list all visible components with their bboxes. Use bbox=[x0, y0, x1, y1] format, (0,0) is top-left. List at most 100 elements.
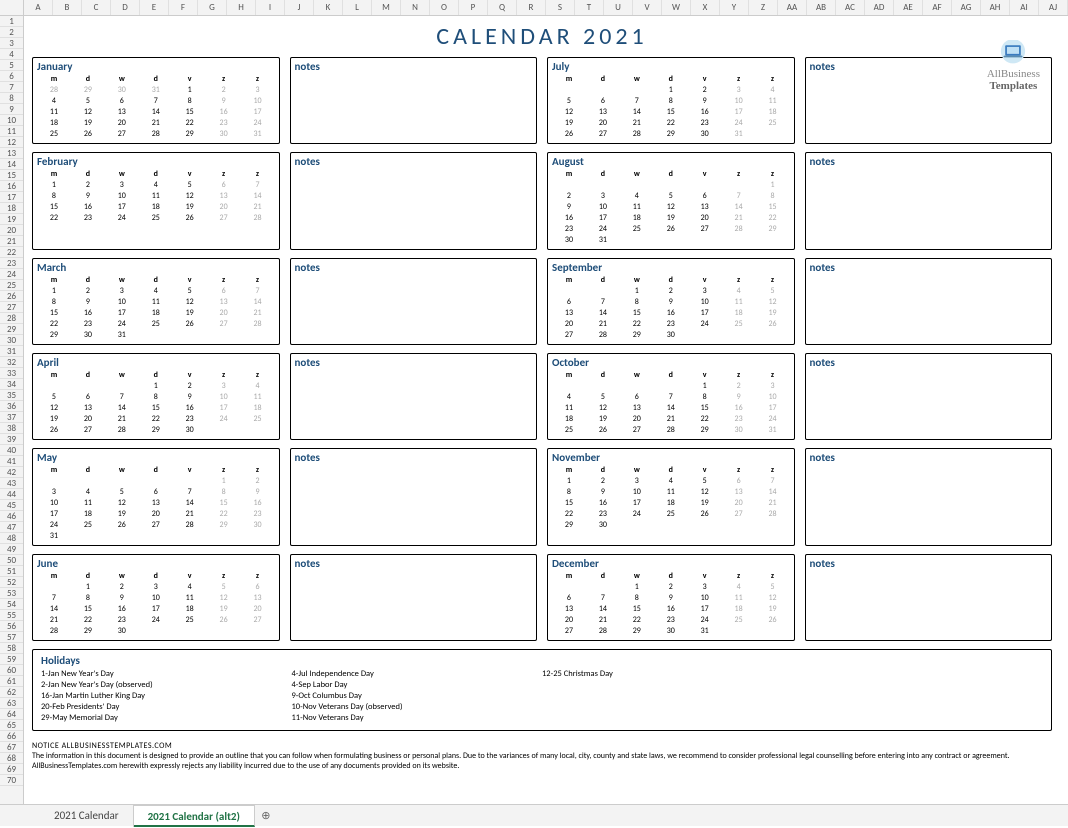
calendar-cell[interactable]: 8 bbox=[620, 297, 654, 308]
calendar-cell[interactable]: 9 bbox=[71, 297, 105, 308]
row-header[interactable]: 24 bbox=[0, 269, 23, 280]
calendar-cell[interactable]: 17 bbox=[105, 202, 139, 213]
calendar-cell[interactable]: 4 bbox=[71, 487, 105, 498]
calendar-cell[interactable]: 4 bbox=[552, 392, 586, 403]
calendar-cell[interactable] bbox=[586, 286, 620, 297]
calendar-cell[interactable]: 14 bbox=[756, 487, 790, 498]
calendar-cell[interactable]: 20 bbox=[241, 604, 275, 615]
calendar-cell[interactable] bbox=[688, 235, 722, 246]
row-header[interactable]: 41 bbox=[0, 456, 23, 467]
calendar-cell[interactable]: 27 bbox=[139, 520, 173, 531]
calendar-cell[interactable]: 14 bbox=[586, 308, 620, 319]
calendar-cell[interactable]: 17 bbox=[688, 308, 722, 319]
calendar-cell[interactable]: 23 bbox=[552, 224, 586, 235]
column-header[interactable]: AE bbox=[894, 0, 923, 15]
row-header[interactable]: 35 bbox=[0, 390, 23, 401]
calendar-cell[interactable]: 1 bbox=[207, 476, 241, 487]
calendar-cell[interactable]: 3 bbox=[586, 191, 620, 202]
calendar-cell[interactable]: 1 bbox=[654, 85, 688, 96]
calendar-cell[interactable]: 7 bbox=[586, 593, 620, 604]
calendar-cell[interactable]: 30 bbox=[241, 520, 275, 531]
calendar-cell[interactable]: 26 bbox=[688, 509, 722, 520]
calendar-cell[interactable]: 2 bbox=[71, 286, 105, 297]
row-header[interactable]: 49 bbox=[0, 544, 23, 555]
row-header[interactable]: 11 bbox=[0, 126, 23, 137]
calendar-cell[interactable]: 3 bbox=[105, 180, 139, 191]
calendar-cell[interactable] bbox=[620, 180, 654, 191]
calendar-cell[interactable]: 30 bbox=[173, 425, 207, 436]
calendar-cell[interactable] bbox=[722, 235, 756, 246]
calendar-cell[interactable]: 3 bbox=[241, 85, 275, 96]
calendar-cell[interactable]: 18 bbox=[722, 604, 756, 615]
calendar-cell[interactable]: 19 bbox=[173, 202, 207, 213]
calendar-cell[interactable]: 14 bbox=[722, 202, 756, 213]
calendar-cell[interactable]: 10 bbox=[139, 593, 173, 604]
calendar-cell[interactable]: 23 bbox=[688, 118, 722, 129]
calendar-cell[interactable]: 29 bbox=[654, 129, 688, 140]
calendar-cell[interactable]: 5 bbox=[37, 392, 71, 403]
row-header[interactable]: 59 bbox=[0, 654, 23, 665]
calendar-cell[interactable]: 23 bbox=[71, 319, 105, 330]
calendar-cell[interactable]: 10 bbox=[105, 297, 139, 308]
calendar-cell[interactable] bbox=[173, 531, 207, 542]
calendar-cell[interactable]: 30 bbox=[586, 520, 620, 531]
calendar-cell[interactable]: 27 bbox=[241, 615, 275, 626]
calendar-cell[interactable]: 25 bbox=[552, 425, 586, 436]
column-header[interactable]: Z bbox=[749, 0, 778, 15]
row-header[interactable]: 19 bbox=[0, 214, 23, 225]
calendar-cell[interactable]: 31 bbox=[139, 85, 173, 96]
row-header[interactable]: 6 bbox=[0, 71, 23, 82]
calendar-cell[interactable]: 5 bbox=[105, 487, 139, 498]
calendar-cell[interactable]: 1 bbox=[620, 286, 654, 297]
calendar-cell[interactable] bbox=[207, 425, 241, 436]
calendar-cell[interactable]: 25 bbox=[620, 224, 654, 235]
calendar-cell[interactable] bbox=[586, 381, 620, 392]
calendar-cell[interactable]: 30 bbox=[722, 425, 756, 436]
calendar-cell[interactable]: 18 bbox=[173, 604, 207, 615]
calendar-cell[interactable]: 11 bbox=[139, 191, 173, 202]
calendar-cell[interactable]: 2 bbox=[586, 476, 620, 487]
column-header[interactable]: AG bbox=[952, 0, 981, 15]
calendar-cell[interactable]: 24 bbox=[37, 520, 71, 531]
calendar-cell[interactable] bbox=[139, 476, 173, 487]
notes-box[interactable]: notes bbox=[805, 554, 1053, 641]
row-header[interactable]: 38 bbox=[0, 423, 23, 434]
calendar-cell[interactable]: 15 bbox=[756, 202, 790, 213]
calendar-cell[interactable]: 25 bbox=[37, 129, 71, 140]
calendar-cell[interactable]: 13 bbox=[139, 498, 173, 509]
calendar-cell[interactable]: 4 bbox=[654, 476, 688, 487]
calendar-cell[interactable]: 18 bbox=[756, 107, 790, 118]
calendar-cell[interactable]: 17 bbox=[722, 107, 756, 118]
column-header[interactable]: I bbox=[256, 0, 285, 15]
calendar-cell[interactable]: 19 bbox=[756, 308, 790, 319]
calendar-cell[interactable]: 7 bbox=[620, 96, 654, 107]
notes-box[interactable]: notes bbox=[290, 152, 538, 250]
calendar-cell[interactable]: 26 bbox=[173, 319, 207, 330]
calendar-cell[interactable]: 6 bbox=[722, 476, 756, 487]
row-header[interactable]: 68 bbox=[0, 753, 23, 764]
calendar-cell[interactable]: 14 bbox=[241, 191, 275, 202]
calendar-cell[interactable]: 2 bbox=[722, 381, 756, 392]
calendar-cell[interactable]: 21 bbox=[586, 615, 620, 626]
calendar-cell[interactable]: 13 bbox=[688, 202, 722, 213]
calendar-cell[interactable] bbox=[37, 582, 71, 593]
calendar-cell[interactable]: 31 bbox=[241, 129, 275, 140]
row-header[interactable]: 14 bbox=[0, 159, 23, 170]
column-header[interactable]: Q bbox=[488, 0, 517, 15]
calendar-cell[interactable]: 20 bbox=[722, 498, 756, 509]
calendar-cell[interactable]: 15 bbox=[37, 202, 71, 213]
calendar-cell[interactable] bbox=[722, 330, 756, 341]
calendar-cell[interactable]: 24 bbox=[139, 615, 173, 626]
calendar-cell[interactable]: 12 bbox=[37, 403, 71, 414]
row-header[interactable]: 44 bbox=[0, 489, 23, 500]
calendar-cell[interactable]: 18 bbox=[552, 414, 586, 425]
calendar-cell[interactable]: 27 bbox=[620, 425, 654, 436]
row-header[interactable]: 16 bbox=[0, 181, 23, 192]
calendar-cell[interactable]: 21 bbox=[586, 319, 620, 330]
calendar-cell[interactable]: 21 bbox=[173, 509, 207, 520]
row-header[interactable]: 70 bbox=[0, 775, 23, 786]
calendar-cell[interactable]: 27 bbox=[552, 330, 586, 341]
row-header[interactable]: 20 bbox=[0, 225, 23, 236]
calendar-cell[interactable]: 13 bbox=[241, 593, 275, 604]
calendar-cell[interactable]: 7 bbox=[586, 297, 620, 308]
